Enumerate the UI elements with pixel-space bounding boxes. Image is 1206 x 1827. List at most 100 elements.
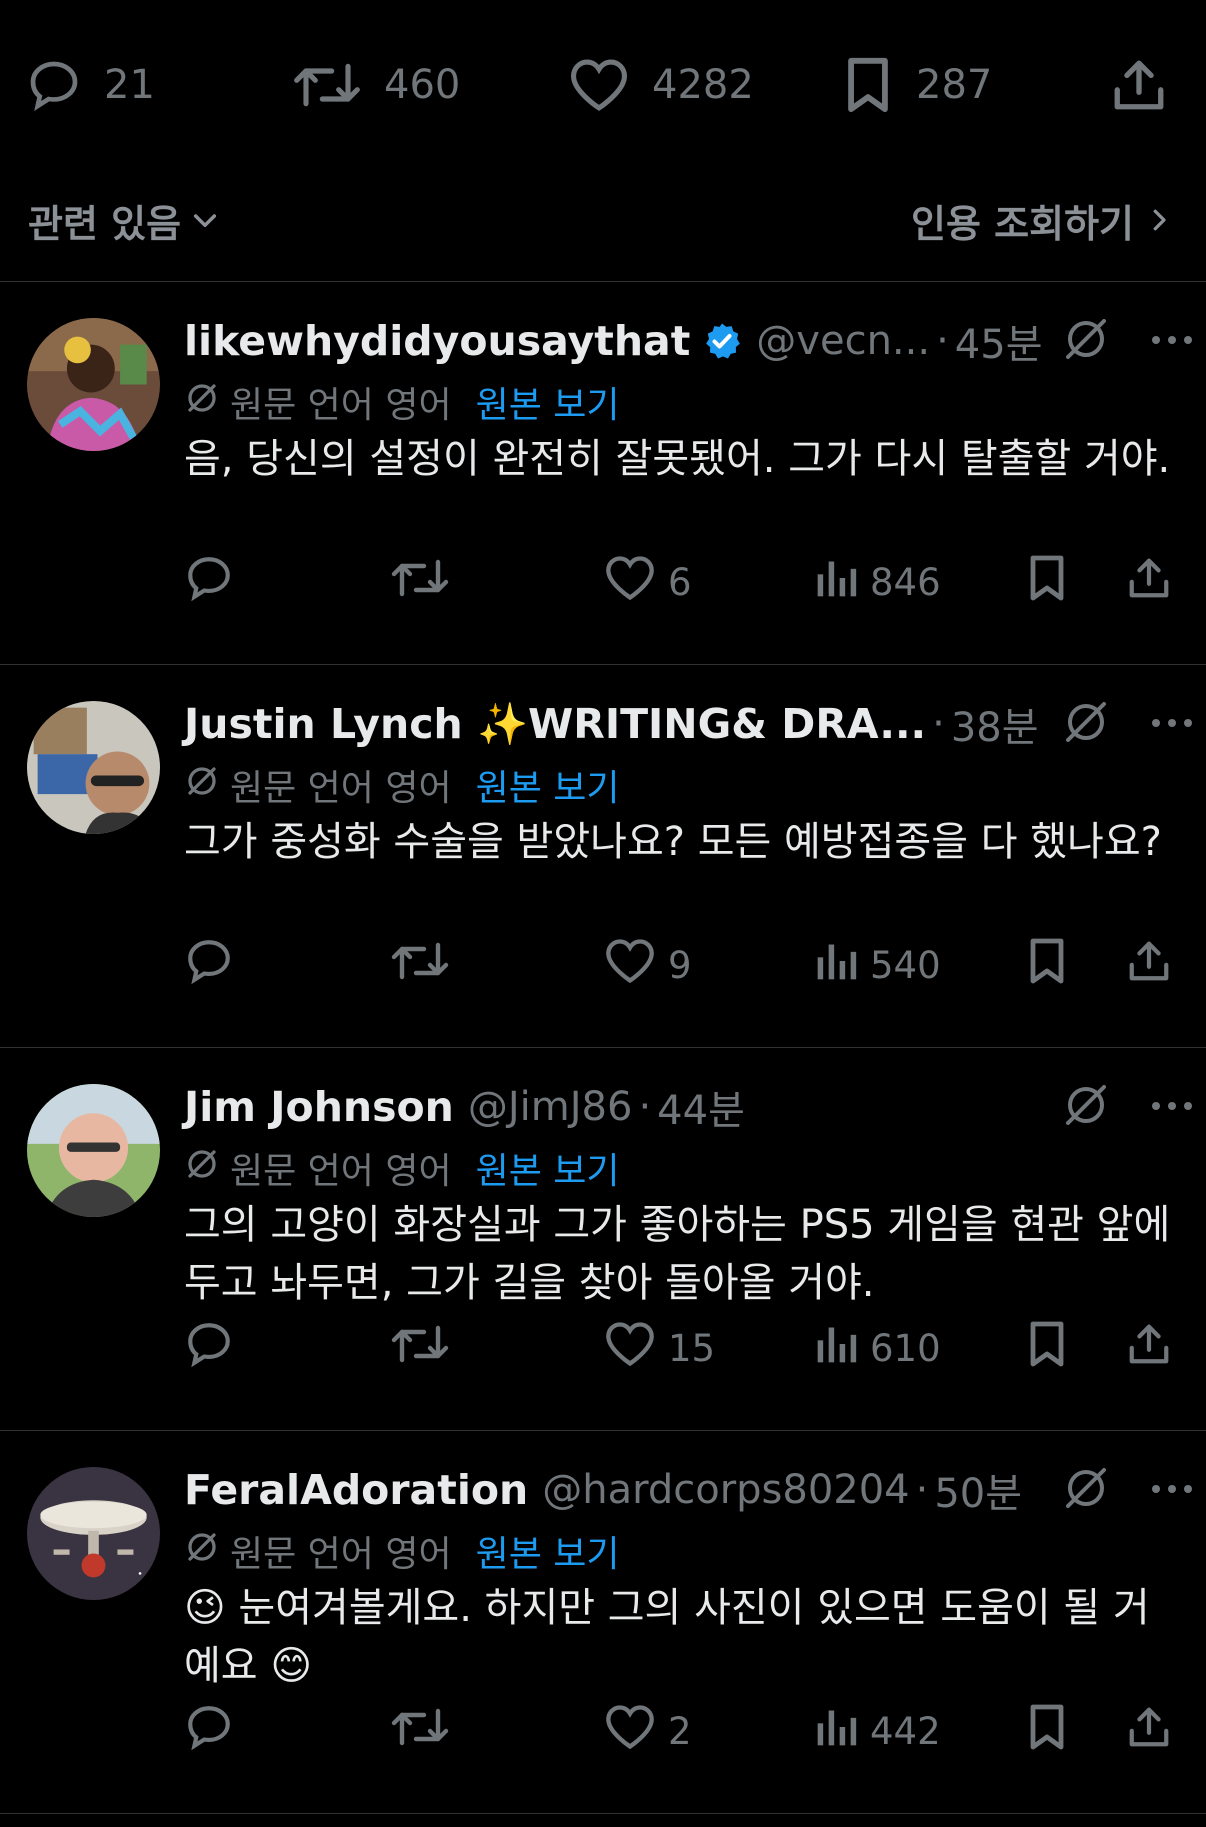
view-original-link[interactable]: 원본 보기 xyxy=(476,1525,620,1577)
like-button[interactable]: 15 xyxy=(604,1318,715,1378)
avatar[interactable] xyxy=(27,1084,160,1217)
reply-button[interactable] xyxy=(184,1701,234,1761)
retweet-icon xyxy=(390,937,450,994)
like-count: 15 xyxy=(668,1326,716,1370)
more-options-icon[interactable] xyxy=(1150,1481,1194,1500)
retweet-icon xyxy=(390,554,450,611)
translated-icon xyxy=(184,380,220,425)
chevron-down-icon xyxy=(194,214,217,228)
reply-item[interactable]: Justin Lynch ✨WRITING& DRA... · 38분 원문 언어 영… xyxy=(0,665,1206,1048)
author-name[interactable]: Jim Johnson xyxy=(184,1083,454,1131)
author-name[interactable]: likewhydidyousaythat xyxy=(184,317,690,365)
separator-dot: · xyxy=(638,1084,652,1130)
like-button[interactable]: 2 xyxy=(604,1701,692,1761)
views-button[interactable]: 442 xyxy=(814,1701,941,1761)
grok-no-translate-icon[interactable] xyxy=(1062,1464,1110,1516)
reply-button[interactable] xyxy=(184,552,234,612)
share-button[interactable] xyxy=(1110,50,1168,120)
like-button[interactable]: 6 xyxy=(604,552,692,612)
grok-no-translate-icon[interactable] xyxy=(1062,698,1110,750)
view-original-link[interactable]: 원본 보기 xyxy=(476,376,620,428)
reply-actions: 6 846 xyxy=(184,552,1186,612)
translated-icon xyxy=(184,1146,220,1191)
related-sort-dropdown[interactable]: 관련 있음 xyxy=(28,180,221,260)
reply-button[interactable] xyxy=(184,935,234,995)
share-button[interactable] xyxy=(1126,1318,1172,1378)
reply-icon xyxy=(184,1702,234,1761)
author-name[interactable]: FeralAdoration xyxy=(184,1466,528,1514)
reply-header-actions xyxy=(1062,310,1194,372)
bookmark-button[interactable] xyxy=(1026,1318,1068,1378)
reply-text: 음, 당신의 설정이 완전히 잘못됐어. 그가 다시 탈출할 거야. xyxy=(184,436,1171,482)
tweet-stats-bar: 21 460 4282 287 xyxy=(0,0,1206,170)
share-button[interactable] xyxy=(1126,935,1172,995)
reply-button[interactable] xyxy=(184,1318,234,1378)
retweet-button[interactable] xyxy=(390,1701,450,1761)
translation-notice: 원문 언어 영어 원본 보기 xyxy=(184,759,620,811)
more-options-icon[interactable] xyxy=(1150,1098,1194,1117)
timestamp[interactable]: 45분 xyxy=(955,312,1043,370)
reply-item[interactable]: FeralAdoration @hardcorps80204 · 50분 원문 언어 영… xyxy=(0,1431,1206,1814)
timestamp[interactable]: 44분 xyxy=(657,1078,745,1136)
reply-header-actions xyxy=(1062,693,1194,755)
heart-icon xyxy=(604,1703,656,1760)
reply-header-actions xyxy=(1062,1076,1194,1138)
view-quotes-link[interactable]: 인용 조회하기 xyxy=(911,180,1174,260)
view-original-link[interactable]: 원본 보기 xyxy=(476,759,620,811)
avatar[interactable] xyxy=(27,1467,160,1600)
analytics-icon xyxy=(814,1705,858,1758)
bookmark-icon xyxy=(1026,1703,1068,1760)
reply-item[interactable]: likewhydidyousaythat @vecn... · 45분 원문 언어 영어… xyxy=(0,282,1206,665)
like-count-button[interactable]: 4282 xyxy=(568,50,754,120)
reply-header: Jim Johnson @JimJ86 · 44분 xyxy=(184,1076,1186,1138)
translation-notice: 원문 언어 영어 원본 보기 xyxy=(184,1142,620,1194)
retweet-button[interactable] xyxy=(390,552,450,612)
grok-no-translate-icon[interactable] xyxy=(1062,1081,1110,1133)
more-options-icon[interactable] xyxy=(1150,332,1194,351)
bookmark-button[interactable] xyxy=(1026,935,1068,995)
share-button[interactable] xyxy=(1126,552,1172,612)
reply-text: 그가 중성화 수술을 받았나요? 모든 예방접종을 다 했나요? xyxy=(184,819,1162,865)
views-button[interactable]: 846 xyxy=(814,552,941,612)
retweet-button[interactable] xyxy=(390,1318,450,1378)
bookmark-icon xyxy=(1026,1320,1068,1377)
translated-icon xyxy=(184,1529,220,1574)
view-count: 610 xyxy=(870,1326,941,1370)
timestamp[interactable]: 50분 xyxy=(934,1461,1022,1519)
reply-item[interactable]: Jim Johnson @JimJ86 · 44분 원문 언어 영어 원본 보기 그의 고양… xyxy=(0,1048,1206,1431)
reply-actions: 9 540 xyxy=(184,935,1186,995)
timestamp[interactable]: 38분 xyxy=(951,695,1039,753)
separator-dot: · xyxy=(932,701,945,747)
reply-actions: 2 442 xyxy=(184,1701,1186,1761)
views-button[interactable]: 540 xyxy=(814,935,941,995)
view-original-link[interactable]: 원본 보기 xyxy=(476,1142,620,1194)
author-handle[interactable]: @JimJ86 xyxy=(468,1084,633,1130)
share-icon xyxy=(1126,555,1172,610)
bookmark-button[interactable] xyxy=(1026,1701,1068,1761)
bookmark-button[interactable] xyxy=(1026,552,1068,612)
author-handle[interactable]: @vecn... xyxy=(756,318,930,364)
views-button[interactable]: 610 xyxy=(814,1318,941,1378)
avatar[interactable] xyxy=(27,318,160,451)
grok-no-translate-icon[interactable] xyxy=(1062,315,1110,367)
more-options-icon[interactable] xyxy=(1150,715,1194,734)
verified-badge-icon xyxy=(702,321,742,361)
avatar[interactable] xyxy=(27,701,160,834)
translation-notice: 원문 언어 영어 원본 보기 xyxy=(184,376,620,428)
like-button[interactable]: 9 xyxy=(604,935,692,995)
related-bar: 관련 있음 인용 조회하기 xyxy=(0,170,1206,282)
reply-icon xyxy=(30,61,78,111)
heart-icon xyxy=(604,1320,656,1377)
bookmark-count-button[interactable]: 287 xyxy=(842,50,992,120)
translated-icon xyxy=(184,763,220,808)
reply-count-button[interactable]: 21 xyxy=(26,50,155,120)
retweet-count-button[interactable]: 460 xyxy=(292,50,460,120)
related-label: 관련 있음 xyxy=(28,201,182,246)
reply-header: Justin Lynch ✨WRITING& DRA... · 38분 xyxy=(184,693,1186,755)
share-button[interactable] xyxy=(1126,1701,1172,1761)
author-name[interactable]: Justin Lynch ✨WRITING& DRA... xyxy=(184,700,926,749)
author-handle[interactable]: @hardcorps80204 xyxy=(542,1467,909,1513)
heart-icon xyxy=(570,59,628,111)
analytics-icon xyxy=(814,1322,858,1375)
retweet-button[interactable] xyxy=(390,935,450,995)
